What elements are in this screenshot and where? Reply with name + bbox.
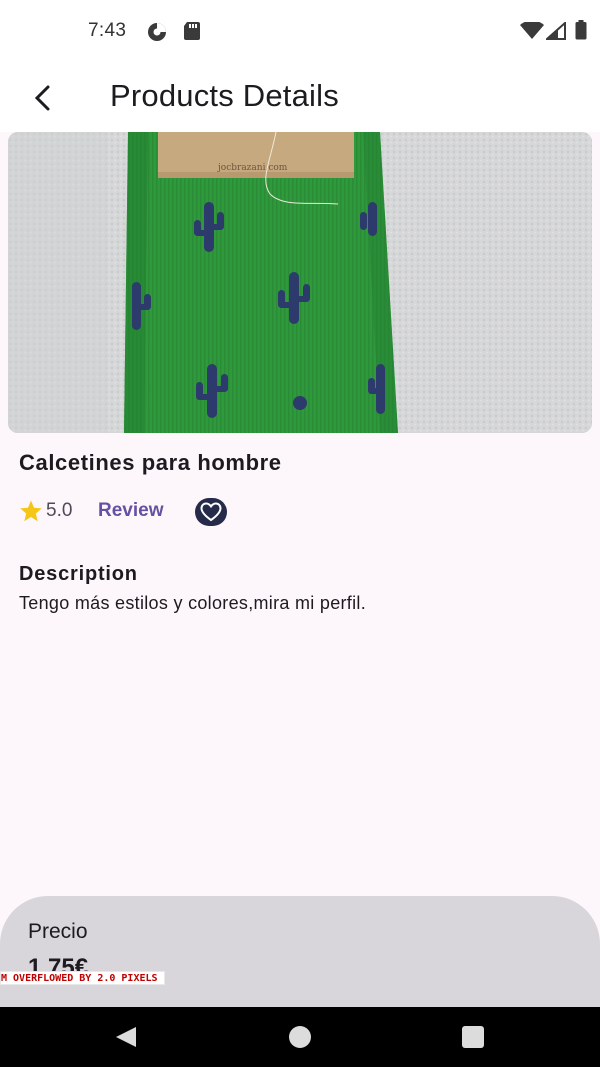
- recents-square-icon[interactable]: [461, 1025, 485, 1054]
- tag-text: jocbrazani.com: [217, 163, 288, 173]
- review-link[interactable]: Review: [98, 500, 163, 522]
- status-time: 7:43: [88, 20, 127, 41]
- arrow-back-icon: [34, 85, 50, 111]
- description-title: Description: [19, 563, 138, 585]
- sd-card-icon: [183, 21, 201, 46]
- signal-icon: [544, 20, 566, 45]
- overflow-warning-banner: M OVERFLOWED BY 2.0 PIXELS: [0, 971, 165, 985]
- back-button[interactable]: [22, 78, 62, 118]
- wifi-icon: [520, 20, 544, 45]
- navigation-bar: [0, 1007, 600, 1067]
- price-panel: Precio 1,75€: [0, 896, 600, 1008]
- product-image: jocbrazani.com: [8, 132, 592, 433]
- description-text: Tengo más estilos y colores,mira mi perf…: [19, 593, 367, 613]
- price-label: Precio: [28, 920, 88, 943]
- battery-icon: [575, 20, 587, 45]
- page-title: Products Details: [110, 78, 339, 113]
- rating-value: 5.0: [46, 500, 73, 521]
- product-name: Calcetines para hombre: [19, 450, 282, 475]
- star-icon: [19, 499, 43, 528]
- back-triangle-icon[interactable]: [114, 1025, 138, 1054]
- app-bar: Products Details: [0, 62, 600, 132]
- data-saver-icon: [146, 21, 168, 48]
- home-circle-icon[interactable]: [288, 1025, 312, 1054]
- favorite-button[interactable]: [195, 498, 227, 526]
- rating-row: 5.0 Review: [19, 496, 279, 528]
- status-bar: 7:43: [0, 0, 600, 62]
- heart-outline-icon: [200, 502, 222, 522]
